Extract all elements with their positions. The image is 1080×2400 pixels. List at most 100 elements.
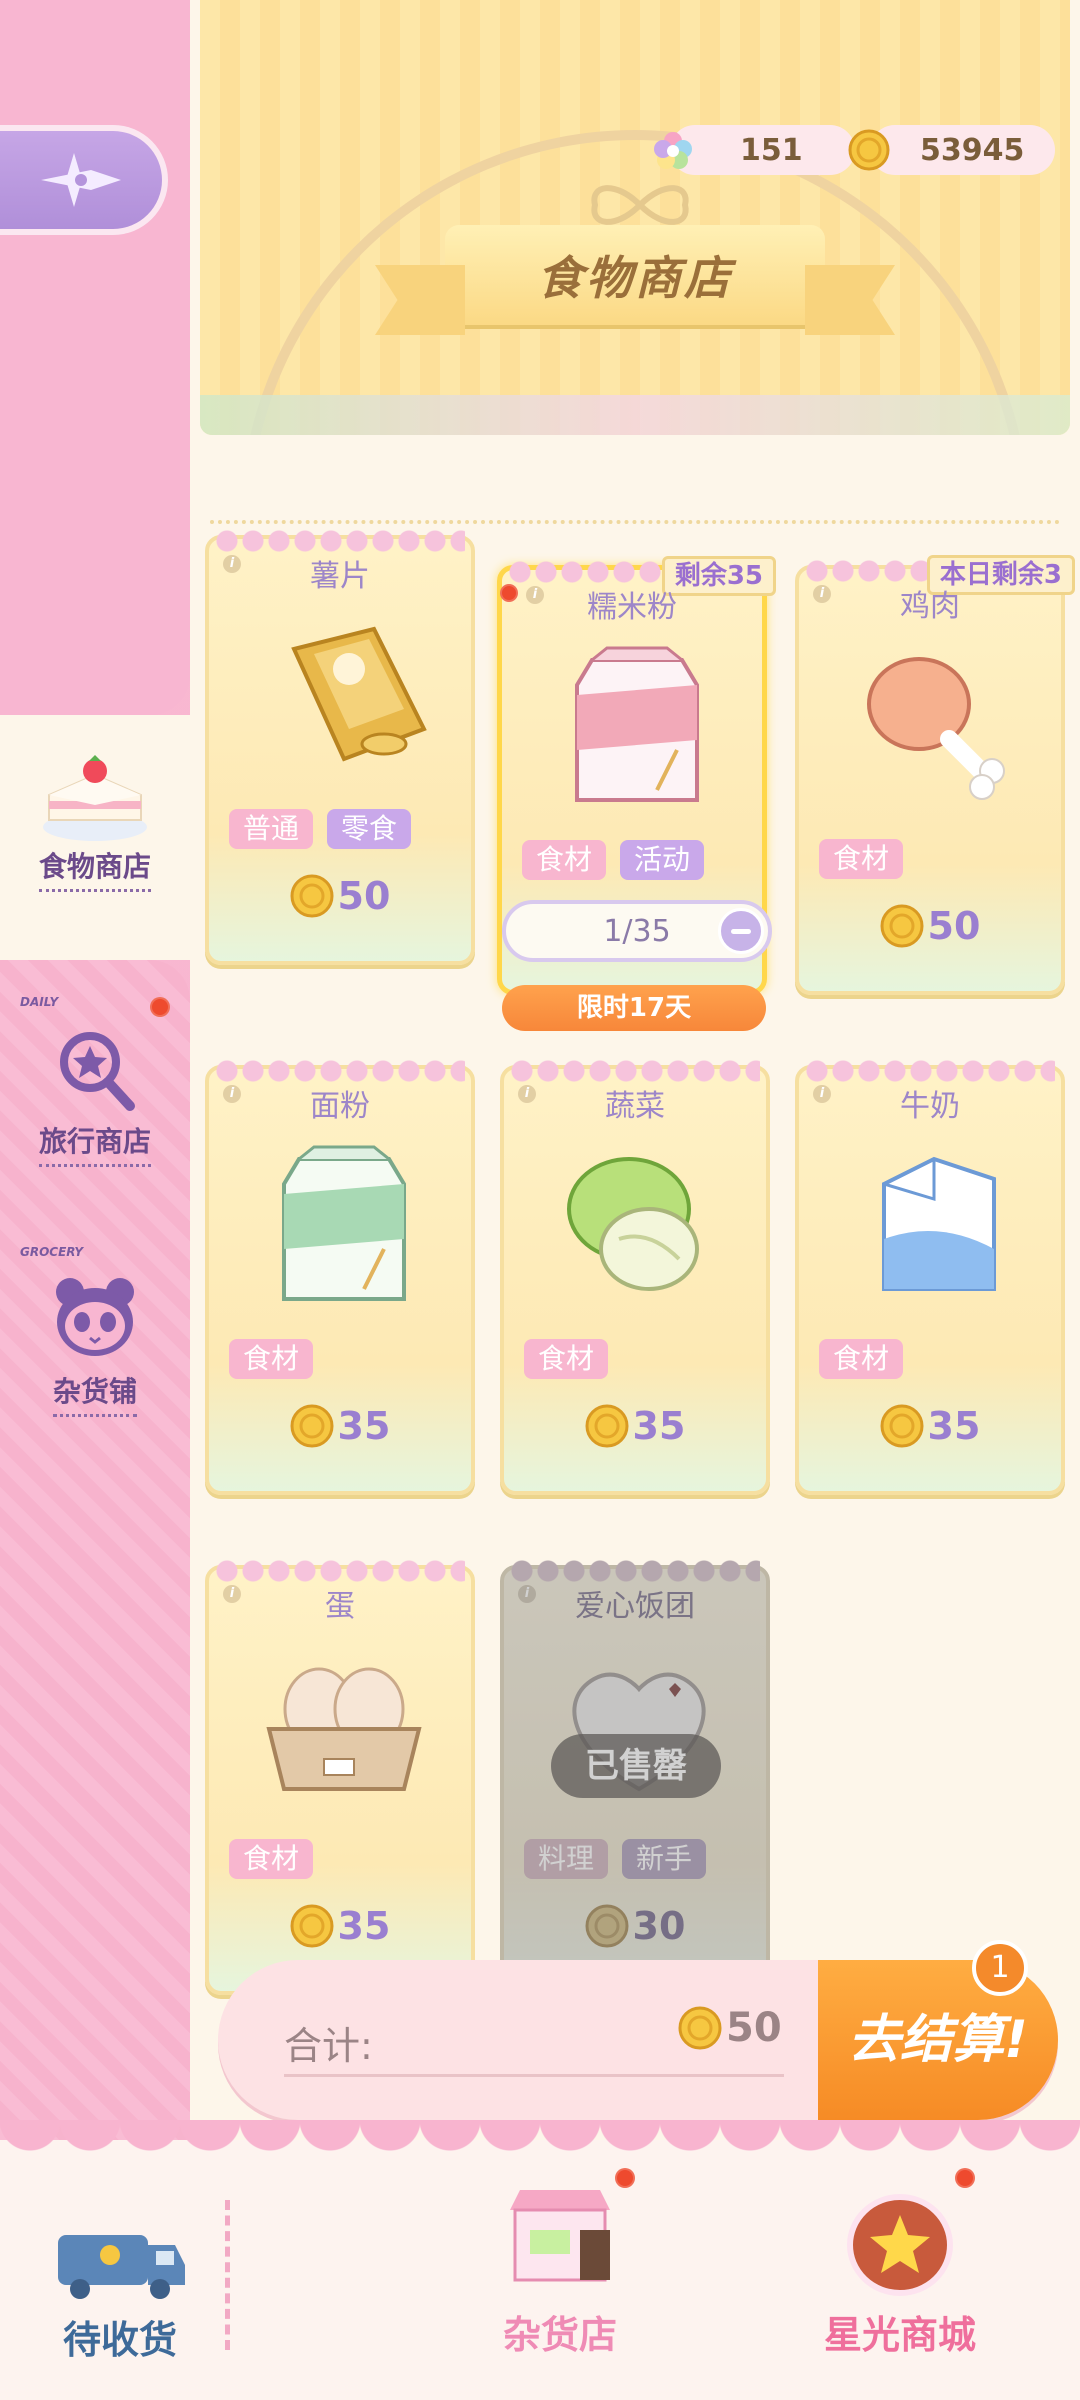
price-value: 50 xyxy=(337,874,391,918)
nav-starlight-mall[interactable]: 星光商城 xyxy=(815,2180,985,2359)
item-tags: 食材 xyxy=(819,839,904,879)
total-bar: 合计: 50 去结算! 1 xyxy=(218,1940,1058,2120)
item-price: 50 xyxy=(209,874,471,918)
quantity-stepper[interactable]: 1/35 xyxy=(502,900,772,962)
minus-button[interactable] xyxy=(718,908,764,954)
coin-icon xyxy=(880,1404,924,1448)
item-price: 35 xyxy=(799,1404,1061,1448)
item-card-chips[interactable]: i 薯片 普通 零食 50 xyxy=(205,525,475,965)
tag: 活动 xyxy=(620,840,705,880)
sidebar-item-label: 食物商店 xyxy=(38,845,151,892)
coin-icon xyxy=(290,874,334,918)
item-tags: 食材 活动 xyxy=(522,840,705,880)
coin-counter[interactable]: 53945 xyxy=(848,125,1055,175)
flour-bag-icon xyxy=(282,1145,406,1301)
coin-icon xyxy=(290,1904,334,1948)
divider xyxy=(210,520,1060,524)
item-tags: 食材 xyxy=(524,1339,609,1379)
price-value: 35 xyxy=(927,1404,981,1448)
tag: 食材 xyxy=(819,1339,904,1379)
tag: 食材 xyxy=(819,839,904,879)
item-price: 30 xyxy=(504,1904,766,1948)
total-amount: 50 xyxy=(678,2005,782,2051)
tag: 食材 xyxy=(229,1339,314,1379)
item-card-milk[interactable]: i 牛奶 食材 35 xyxy=(795,1055,1065,1495)
item-tags: 食材 xyxy=(229,1339,314,1379)
delivery-truck-icon xyxy=(58,2235,185,2299)
panda-icon xyxy=(56,1278,134,1356)
item-name: 面粉 xyxy=(310,1089,370,1124)
item-price: 35 xyxy=(209,1404,471,1448)
shop-banner: 食物商店 xyxy=(200,0,1070,435)
coin-icon xyxy=(585,1404,629,1448)
title-ribbon: 食物商店 xyxy=(445,225,825,325)
item-price: 35 xyxy=(504,1404,766,1448)
nav-label: 星光商城 xyxy=(823,2313,976,2357)
sidebar-item-food-shop[interactable]: 食物商店 xyxy=(0,735,190,892)
chicken-leg-icon xyxy=(867,657,1005,800)
card-lace xyxy=(215,1555,465,1583)
price-value: 35 xyxy=(632,1404,686,1448)
nav-separator xyxy=(225,2200,230,2350)
sidebar-item-label: 旅行商店 xyxy=(38,1120,151,1167)
item-name: 糯米粉 xyxy=(587,590,677,625)
nav-label: 待收货 xyxy=(62,2318,177,2362)
price-value: 35 xyxy=(337,1404,391,1448)
tag: 料理 xyxy=(524,1839,609,1879)
milk-carton-icon xyxy=(882,1156,996,1291)
item-price: 35 xyxy=(209,1904,471,1948)
grocery-tag: GROCERY xyxy=(20,1245,84,1259)
item-name: 牛奶 xyxy=(900,1089,960,1124)
price-value: 50 xyxy=(927,904,981,948)
quantity-value: 1/35 xyxy=(603,913,671,949)
price-value: 30 xyxy=(632,1904,686,1948)
tag: 食材 xyxy=(522,840,607,880)
item-name: 蛋 xyxy=(325,1589,355,1624)
nav-grocery-store[interactable]: 杂货店 xyxy=(470,2170,650,2359)
item-card-flour[interactable]: i 面粉 食材 35 xyxy=(205,1055,475,1495)
tag: 普通 xyxy=(229,809,314,849)
back-button[interactable] xyxy=(0,125,168,235)
tag: 食材 xyxy=(229,1839,314,1879)
item-tags: 食材 xyxy=(229,1839,314,1879)
total-underline xyxy=(284,2074,784,2077)
price-value: 35 xyxy=(337,1904,391,1948)
magnifier-star-icon xyxy=(60,1032,135,1111)
card-lace xyxy=(510,1055,760,1083)
star-gem-value: 151 xyxy=(740,132,803,168)
sold-out-label: 已售罄 xyxy=(551,1734,721,1798)
nav-label: 杂货店 xyxy=(502,2313,617,2357)
item-tags: 食材 xyxy=(819,1339,904,1379)
item-card-egg[interactable]: i 蛋 食材 35 xyxy=(205,1555,475,1995)
cart-count-badge: 1 xyxy=(972,1940,1028,1996)
sidebar-item-grocery[interactable]: 杂货铺 xyxy=(0,1270,190,1417)
chips-bag-icon xyxy=(291,626,427,762)
item-card-chicken[interactable]: i 本日剩余3 鸡肉 食材 50 xyxy=(795,555,1075,995)
total-value: 50 xyxy=(726,2005,782,2051)
coin-icon xyxy=(290,1404,334,1448)
notification-dot xyxy=(955,2168,975,2188)
item-tags: 普通 零食 xyxy=(229,809,412,849)
scallop-edge xyxy=(0,2120,1080,2160)
star-gem-counter[interactable]: 151 xyxy=(654,125,855,175)
sidebar-item-label: 杂货铺 xyxy=(52,1370,137,1417)
nav-pending-delivery[interactable]: 待收货 xyxy=(40,2215,200,2364)
item-card-vegetable[interactable]: i 蔬菜 食材 35 xyxy=(500,1055,770,1495)
item-card-rice-flour[interactable]: i 剩余35 糯米粉 食材 活动 1/35 xyxy=(497,556,776,995)
item-name: 鸡肉 xyxy=(900,589,960,624)
coin-icon xyxy=(880,904,924,948)
card-lace xyxy=(510,1555,760,1583)
shop-stall-icon xyxy=(510,2190,610,2282)
item-price: 50 xyxy=(799,904,1061,948)
coin-icon xyxy=(678,2006,722,2050)
egg-carton-icon xyxy=(266,1667,422,1791)
tag: 新手 xyxy=(622,1839,707,1879)
notification-dot xyxy=(615,2168,635,2188)
rice-flour-bag-icon xyxy=(575,646,699,802)
sidebar-item-travel-shop[interactable]: 旅行商店 xyxy=(0,1020,190,1167)
item-tags: 料理 新手 xyxy=(524,1839,707,1879)
daily-tag: DAILY xyxy=(20,995,59,1009)
card-lace xyxy=(215,1055,465,1083)
coin-icon xyxy=(848,129,890,171)
item-card-heart-rice-ball[interactable]: i 爱心饭团 已售罄 料理 新手 30 xyxy=(500,1555,770,1995)
